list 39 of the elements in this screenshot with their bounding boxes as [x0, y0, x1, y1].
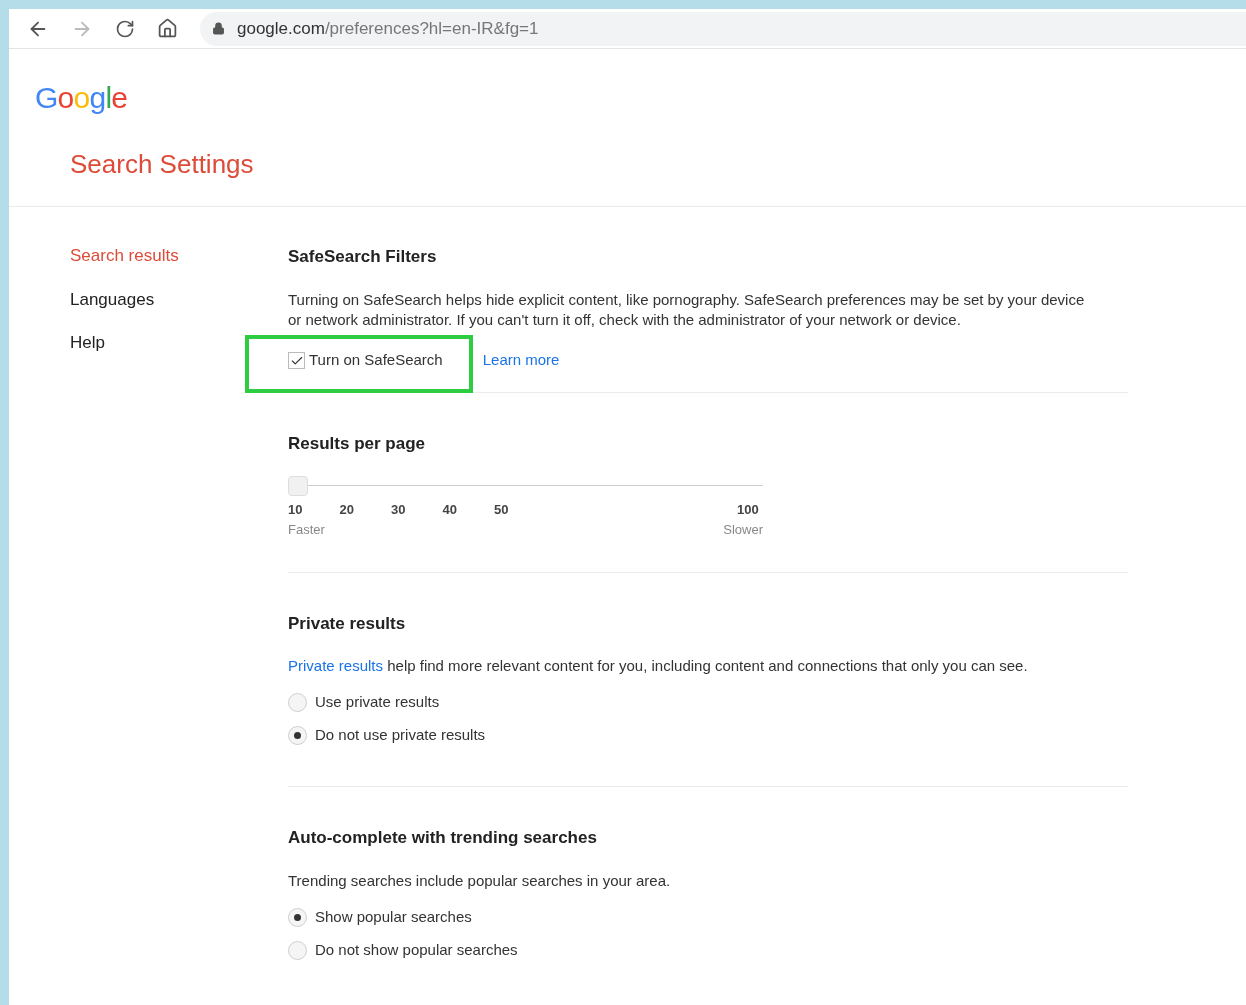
slider-track[interactable]	[288, 476, 763, 496]
url-text: google.com/preferences?hl=en-IR&fg=1	[237, 17, 539, 40]
section-heading: SafeSearch Filters	[288, 246, 438, 268]
radio-button[interactable]	[288, 907, 307, 927]
sidebar-item[interactable]: Search results	[70, 243, 288, 269]
radio-label: Use private results	[315, 692, 440, 713]
checkbox[interactable]	[288, 352, 305, 369]
radio-label: Show popular searches	[315, 906, 472, 927]
tick-label: 10	[288, 501, 303, 519]
tick-label: 100	[737, 501, 759, 519]
radio-button[interactable]	[288, 693, 307, 712]
tick-label: 40	[442, 501, 457, 519]
section-description: Trending searches include popular searches in your area.	[288, 870, 672, 891]
page-title: Search Settings	[70, 148, 255, 181]
home-icon[interactable]	[157, 18, 178, 39]
sidebar-item[interactable]: Help	[70, 330, 288, 356]
slider-caption: Faster	[288, 521, 325, 539]
tick-label: 50	[494, 501, 509, 519]
private-results-link[interactable]: Private results	[288, 657, 384, 674]
section-heading: Auto-complete with trending searches	[288, 827, 598, 849]
tick-label: 20	[339, 501, 354, 519]
section-heading: Results per page	[288, 432, 426, 455]
radio-label: Do not show popular searches	[315, 939, 518, 960]
learn-more-link[interactable]: Learn more	[482, 349, 560, 372]
section-heading: Private results	[288, 612, 407, 635]
radio-label: Do not use private results	[315, 725, 486, 746]
google-logo[interactable]: Google	[35, 81, 128, 114]
lock-icon	[212, 22, 225, 35]
address-bar[interactable]: google.com/preferences?hl=en-IR&fg=1	[200, 11, 1246, 46]
slider-caption: Slower	[723, 521, 763, 539]
slider-thumb[interactable]	[288, 476, 308, 496]
tick-label: 30	[391, 501, 406, 519]
sidebar-item[interactable]: Languages	[70, 286, 288, 312]
radio-button[interactable]	[288, 726, 307, 745]
section-description: Turning on SafeSearch helps hide explicit content, like pornography. SafeSearch preferences may be set by your device or network administrator. If you can't turn it off, check with the administrator of your network or device.	[288, 289, 1086, 330]
safesearch-checkbox[interactable]: Turn on SafeSearch	[288, 349, 443, 372]
radio-button[interactable]	[288, 940, 307, 960]
reload-icon[interactable]	[115, 18, 135, 39]
section-description: Private results help find more relevant content for you, including content and connections that only you can see.	[288, 656, 1029, 676]
